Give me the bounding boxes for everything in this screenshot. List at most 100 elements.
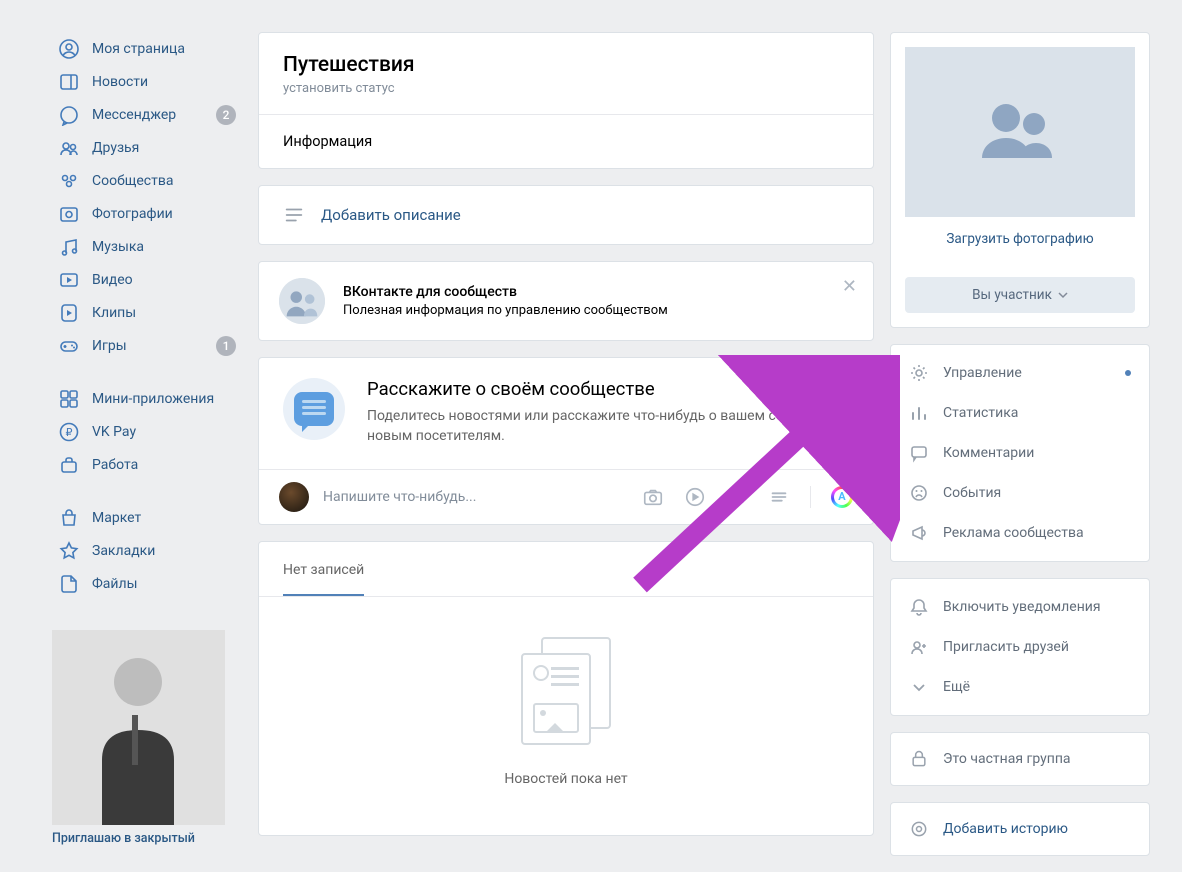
nav-item-market[interactable]: Маркет [52, 501, 242, 534]
nav-label: Новости [92, 74, 148, 90]
nav-label: Файлы [92, 576, 137, 592]
rmenu-label: Управление [943, 365, 1022, 381]
member-status-button[interactable]: Вы участник [905, 277, 1135, 313]
rmenu-item-comment[interactable]: Комментарии [891, 433, 1149, 473]
rmenu-item-gear[interactable]: Управление [891, 353, 1149, 393]
group-title: Путешествия [283, 53, 849, 77]
add-description-link[interactable]: Добавить описание [321, 206, 461, 224]
chevron-down-icon [1058, 290, 1068, 300]
add-story-link[interactable]: Добавить историю [943, 821, 1068, 837]
nav-label: Маркет [92, 510, 141, 526]
cover-placeholder[interactable] [905, 47, 1135, 217]
nav-label: Мини-приложения [92, 391, 214, 407]
more-icon [909, 677, 929, 697]
promo-title: ВКонтакте для сообществ [343, 284, 668, 300]
poster-mode-icon[interactable]: A [831, 486, 853, 508]
nav-item-news[interactable]: Новости [52, 65, 242, 98]
rmenu-label: Включить уведомления [943, 599, 1101, 615]
nav-item-music[interactable]: Музыка [52, 230, 242, 263]
rmenu-item-ads[interactable]: Реклама сообщества [891, 513, 1149, 553]
nav-label: Моя страница [92, 41, 185, 57]
wall-empty-text: Новостей пока нет [504, 771, 627, 787]
event-icon [909, 483, 929, 503]
main-column: Путешествия установить статус Информация… [258, 32, 874, 852]
close-icon[interactable]: ✕ [842, 276, 857, 297]
rmenu-label: Ещё [943, 679, 970, 695]
rmenu-label: Статистика [943, 405, 1018, 421]
community-icon [279, 278, 325, 324]
rmenu-item-more[interactable]: Ещё [891, 667, 1149, 707]
right-column: Загрузить фотографию Вы участник Управле… [890, 32, 1150, 872]
left-promo[interactable]: Приглашаю в закрытый [52, 630, 225, 846]
video-play-icon[interactable] [684, 486, 706, 508]
cover-card: Загрузить фотографию Вы участник [890, 32, 1150, 328]
empty-docs-icon [521, 637, 611, 747]
nav-label: Фотографии [92, 206, 173, 222]
tell-about-card: Расскажите о своём сообществе Поделитесь… [258, 357, 874, 525]
left-sidebar: Моя страница Новости Мессенджер 2 Друзья Сооб… [52, 32, 242, 846]
group-status-edit[interactable]: установить статус [283, 81, 849, 96]
description-icon [283, 204, 305, 226]
upload-photo-link[interactable]: Загрузить фотографию [905, 217, 1135, 251]
nav-label: Мессенджер [92, 107, 176, 123]
rmenu-item-invite[interactable]: Пригласить друзей [891, 627, 1149, 667]
nav-label: Закладки [92, 543, 155, 559]
ads-icon [909, 523, 929, 543]
rmenu-label: Комментарии [943, 445, 1034, 461]
more-options-icon[interactable] [768, 486, 790, 508]
invite-icon [909, 637, 929, 657]
comment-icon [909, 443, 929, 463]
compose-input[interactable]: Напишите что-нибудь... [323, 489, 628, 505]
nav-item-clips[interactable]: Клипы [52, 296, 242, 329]
nav-item-miniapps[interactable]: Мини-приложения [52, 382, 242, 415]
add-story-card[interactable]: Добавить историю [890, 802, 1150, 856]
nav-label: Видео [92, 272, 133, 288]
music-icon [58, 236, 80, 258]
rmenu-item-bell[interactable]: Включить уведомления [891, 587, 1149, 627]
story-icon [909, 819, 929, 839]
rmenu-item-event[interactable]: События [891, 473, 1149, 513]
nav-item-groups[interactable]: Сообщества [52, 164, 242, 197]
nav-item-work[interactable]: Работа [52, 448, 242, 481]
promo-caption: Приглашаю в закрытый [52, 831, 225, 846]
games-icon [58, 335, 80, 357]
nav-label: Сообщества [92, 173, 173, 189]
nav-label: Клипы [92, 305, 136, 321]
nav-item-profile[interactable]: Моя страница [52, 32, 242, 65]
nav-item-bookmarks[interactable]: Закладки [52, 534, 242, 567]
music-note-icon[interactable] [726, 486, 748, 508]
nav-item-photos[interactable]: Фотографии [52, 197, 242, 230]
manage-menu-card: Управление Статистика Комментарии СобытияРе… [890, 344, 1150, 562]
friends-icon [58, 137, 80, 159]
lock-icon [909, 749, 929, 769]
wall-tab-empty[interactable]: Нет записей [283, 542, 364, 596]
nav-badge: 1 [216, 336, 236, 356]
groups-icon [58, 170, 80, 192]
tell-title: Расскажите о своём сообществе [367, 378, 849, 400]
work-icon [58, 454, 80, 476]
stats-icon [909, 403, 929, 423]
add-description-card[interactable]: Добавить описание [258, 185, 874, 245]
rmenu-item-stats[interactable]: Статистика [891, 393, 1149, 433]
nav-item-games[interactable]: Игры1 [52, 329, 242, 362]
miniapps-icon [58, 388, 80, 410]
video-icon [58, 269, 80, 291]
compose-row[interactable]: Напишите что-нибудь... A [259, 469, 873, 524]
bookmarks-icon [58, 540, 80, 562]
nav-item-files[interactable]: Файлы [52, 567, 242, 600]
info-section-label[interactable]: Информация [259, 114, 873, 168]
photos-icon [58, 203, 80, 225]
vk-groups-promo-card[interactable]: ВКонтакте для сообществ Полезная информа… [258, 261, 874, 341]
speech-bubble-icon [283, 378, 345, 440]
actions-menu-card: Включить уведомления Пригласить друзей Ещё [890, 578, 1150, 716]
profile-icon [58, 38, 80, 60]
nav-item-vkpay[interactable]: VK Pay [52, 415, 242, 448]
nav-badge: 2 [216, 105, 236, 125]
private-group-text: Это частная группа [943, 751, 1071, 767]
camera-icon[interactable] [642, 486, 664, 508]
nav-item-messenger[interactable]: Мессенджер 2 [52, 98, 242, 131]
promo-subtitle: Полезная информация по управлению сообще… [343, 303, 668, 318]
nav-item-friends[interactable]: Друзья [52, 131, 242, 164]
nav-item-video[interactable]: Видео [52, 263, 242, 296]
clips-icon [58, 302, 80, 324]
